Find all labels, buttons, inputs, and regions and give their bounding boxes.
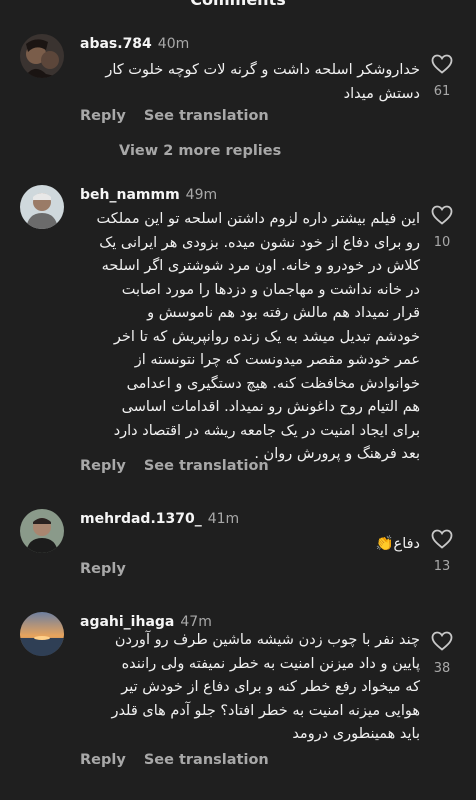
see-translation-button[interactable]: See translation <box>144 752 269 768</box>
comment-line: هم التیام روح داغونش رو نمیداد. اقدامات … <box>121 399 420 415</box>
comment-text: چند نفر با چوب زدن شیشه ماشین طرف رو آور… <box>80 629 420 747</box>
heart-outline-icon[interactable] <box>430 629 454 653</box>
reply-button[interactable]: Reply <box>80 752 126 768</box>
comment-text: خداروشکر اسلحه داشت و گرنه لات کوچه خلوت… <box>80 59 420 106</box>
timestamp: 47m <box>180 614 212 630</box>
comment-line: دستش میداد <box>343 85 420 102</box>
comment-line: دفاع👏 <box>375 536 420 552</box>
heart-outline-icon[interactable] <box>430 203 454 227</box>
comment-line: رو برای دفاع از خود نشون میده. بزودی هر … <box>99 234 420 251</box>
avatar[interactable] <box>20 185 64 229</box>
timestamp: 40m <box>157 36 190 52</box>
avatar[interactable] <box>20 612 64 656</box>
username[interactable]: abas.784 <box>80 36 152 52</box>
comment-actions: Reply See translation <box>80 458 269 474</box>
comment-line: باید همینطوری درومد <box>292 726 420 742</box>
reply-button[interactable]: Reply <box>80 108 126 124</box>
avatar[interactable] <box>20 34 64 78</box>
timestamp: 49m <box>185 187 218 203</box>
avatar-image <box>20 509 64 553</box>
comment-item: agahi_ihaga 47m چند نفر با چوب زدن شیشه م… <box>0 612 476 787</box>
comment-line: هوایی میزنه امنیت به خطر افتاد؟ جلو آدم … <box>111 702 420 719</box>
comments-title: Comments <box>190 0 286 9</box>
comment-line: خوانوادش مخافظت کنه. هیچ دستگیری و اعدام… <box>126 375 420 392</box>
like-count: 38 <box>433 661 451 676</box>
avatar[interactable] <box>20 509 64 553</box>
comment-line: در خانه نداشت و مهاجمان و دزدها را مورد … <box>121 281 420 298</box>
avatar-image <box>20 185 64 229</box>
comment-meta: agahi_ihaga 47m <box>80 614 212 630</box>
timestamp: 41m <box>207 511 240 527</box>
reply-button[interactable]: Reply <box>80 561 126 577</box>
comment-line: قرار نمیداد هم مالش رفته بود هم ناموسش و <box>147 305 420 321</box>
view-more-replies-button[interactable]: View 2 more replies <box>119 143 281 159</box>
comment-item: mehrdad.1370_ 41m دفاع👏 Reply 13 <box>0 509 476 584</box>
like-control[interactable]: 13 <box>428 527 456 574</box>
comment-line: خداروشکر اسلحه داشت و گرنه لات کوچه خلوت… <box>105 62 420 78</box>
username[interactable]: agahi_ihaga <box>80 614 174 630</box>
like-count: 61 <box>433 84 451 99</box>
like-count: 13 <box>433 559 451 574</box>
comment-item: abas.784 40m خداروشکر اسلحه داشت و گرنه ل… <box>0 34 476 134</box>
username[interactable]: beh_nammm <box>80 187 180 203</box>
avatar-image <box>20 34 64 78</box>
comment-meta: mehrdad.1370_ 41m <box>80 511 239 527</box>
comment-line: که میخواد رفع خطر کنه و برای دفاع از خود… <box>121 679 420 695</box>
reply-button[interactable]: Reply <box>80 458 126 474</box>
comment-line: این فیلم بیشتر داره لزوم داشتن اسلحه تو … <box>96 211 420 227</box>
like-count: 10 <box>433 235 451 250</box>
avatar-image <box>20 612 64 656</box>
comment-line: پایین و داد میزنن امنیت به خطر نمیفته ول… <box>121 655 420 672</box>
comments-header: Comments <box>0 0 476 14</box>
heart-outline-icon[interactable] <box>430 527 454 551</box>
comment-line: برای ایجاد امنیت در یک جامعه ریشه در اقت… <box>113 422 420 439</box>
comment-text: این فیلم بیشتر داره لزوم داشتن اسلحه تو … <box>80 208 420 467</box>
like-control[interactable]: 10 <box>428 203 456 250</box>
comment-actions: Reply <box>80 561 126 577</box>
comment-line: عمر خودشو مقصر میدونست که چرا نتونسته از <box>134 352 420 368</box>
username[interactable]: mehrdad.1370_ <box>80 511 202 527</box>
see-translation-button[interactable]: See translation <box>144 108 269 124</box>
comment-line: چند نفر با چوب زدن شیشه ماشین طرف رو آور… <box>114 632 420 648</box>
comment-actions: Reply See translation <box>80 752 269 768</box>
comment-line: کلاش در خودرو و خانه. اون مرد شوشتری اگر… <box>101 258 420 274</box>
see-translation-button[interactable]: See translation <box>144 458 269 474</box>
comment-meta: abas.784 40m <box>80 36 189 52</box>
comment-meta: beh_nammm 49m <box>80 187 217 203</box>
comment-item: beh_nammm 49m این فیلم بیشتر داره لزوم دا… <box>0 185 476 485</box>
comment-line: خودشم تبدیل میشد به یک زنده روانپریش که … <box>113 328 420 345</box>
like-control[interactable]: 38 <box>428 629 456 676</box>
comment-actions: Reply See translation <box>80 108 269 124</box>
heart-outline-icon[interactable] <box>430 52 454 76</box>
like-control[interactable]: 61 <box>428 52 456 99</box>
comment-text: دفاع👏 <box>80 533 420 557</box>
